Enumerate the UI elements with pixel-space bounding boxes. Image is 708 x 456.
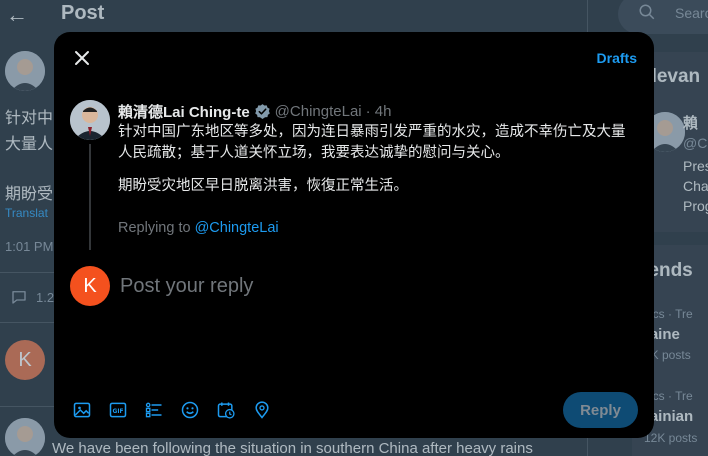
drafts-button[interactable]: Drafts (597, 50, 637, 66)
location-pin-icon (255, 401, 269, 419)
reply-input[interactable] (120, 270, 620, 302)
poll-button[interactable] (144, 400, 164, 420)
thread-line (89, 144, 91, 250)
tweet-header: 賴清德Lai Ching-te @ChingteLai · 4h (118, 101, 391, 122)
location-button[interactable] (252, 400, 272, 420)
gif-button[interactable]: GIF (108, 400, 128, 420)
poll-icon (145, 402, 162, 418)
schedule-icon (217, 402, 235, 419)
image-icon (73, 402, 91, 418)
svg-text:GIF: GIF (113, 409, 124, 415)
close-button[interactable] (68, 44, 96, 72)
author-name[interactable]: 賴清德Lai Ching-te (118, 101, 250, 122)
schedule-button[interactable] (216, 400, 236, 420)
emoji-button[interactable] (180, 400, 200, 420)
close-icon (75, 51, 89, 65)
replying-prefix: Replying to (118, 220, 195, 236)
gif-icon: GIF (109, 402, 127, 418)
replying-mention-link[interactable]: @ChingteLai (195, 220, 279, 236)
media-button[interactable] (72, 400, 92, 420)
reply-submit-button[interactable]: Reply (563, 392, 638, 428)
verified-badge-icon (254, 104, 270, 119)
reply-dialog: Drafts 賴清德Lai Ching-te @ChingteLai · 4h … (54, 32, 654, 438)
tweet-paragraph: 期盼受灾地区早日脱离洪害，恢復正常生活。 (118, 178, 408, 194)
author-avatar[interactable] (70, 100, 110, 140)
author-handle[interactable]: @ChingteLai (275, 103, 362, 120)
replying-to: Replying to @ChingteLai (118, 220, 279, 236)
tweet-paragraph: 针对中国广东地区等多处，因为连日暴雨引发严重的水灾，造成不幸伤亡及大量人民疏散；… (118, 124, 626, 161)
tweet-body: 针对中国广东地区等多处，因为连日暴雨引发严重的水灾，造成不幸伤亡及大量人民疏散；… (118, 122, 638, 209)
emoji-icon (181, 401, 199, 419)
user-avatar[interactable]: K (70, 266, 110, 306)
compose-toolbar: GIF (72, 400, 272, 420)
tweet-time: · 4h (365, 103, 392, 120)
